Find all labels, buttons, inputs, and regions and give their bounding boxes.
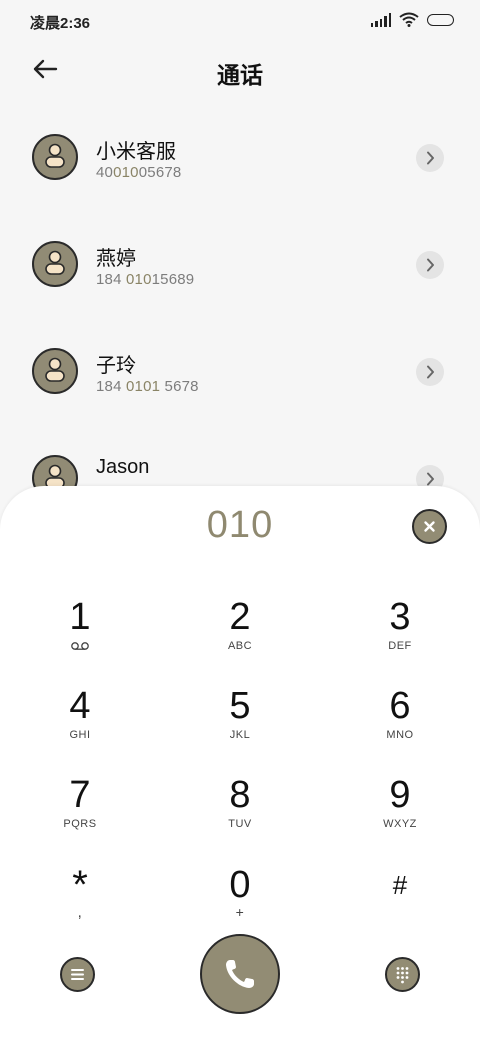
- signal-icon: [370, 12, 391, 27]
- header: 通话: [0, 48, 480, 92]
- key-star[interactable]: * ,: [20, 863, 140, 946]
- key-1[interactable]: 1: [20, 598, 140, 678]
- key-4[interactable]: 4 GHI: [20, 687, 140, 767]
- key-digit: 7: [69, 774, 91, 816]
- key-letters: JKL: [229, 729, 251, 741]
- clear-button[interactable]: [412, 509, 447, 544]
- contact-row[interactable]: 燕婷 184 01015689: [0, 211, 480, 318]
- contact-name: 子玲: [96, 355, 136, 377]
- key-digit: *: [72, 863, 88, 907]
- key-letters: +: [235, 904, 245, 920]
- chevron-right-icon: [427, 151, 434, 165]
- battery-icon: [427, 13, 454, 26]
- contact-number: 4001005678: [96, 164, 182, 181]
- contact-number: 184 0101 5678: [96, 378, 199, 395]
- key-3[interactable]: 3 DEF: [340, 598, 460, 678]
- contact-name: 小米客服: [96, 141, 176, 163]
- call-button[interactable]: [200, 934, 280, 1014]
- key-digit: #: [392, 870, 408, 900]
- key-digit: 1: [69, 596, 91, 638]
- key-5[interactable]: 5 JKL: [180, 687, 300, 767]
- key-letters: MNO: [386, 729, 414, 741]
- contact-name: 燕婷: [96, 248, 136, 270]
- person-icon: [45, 357, 65, 382]
- key-letters: WXYZ: [383, 818, 417, 830]
- keypad-icon: [396, 967, 409, 984]
- contact-list: 小米客服 4001005678 燕婷 184 01015689 子玲 184 0…: [0, 104, 480, 532]
- key-6[interactable]: 6 MNO: [340, 687, 460, 767]
- menu-icon: [71, 969, 84, 980]
- status-time: 凌晨2:36: [30, 15, 91, 32]
- contact-detail-button[interactable]: [416, 358, 444, 386]
- phone-icon: [226, 960, 254, 988]
- key-letters: ,: [77, 904, 83, 921]
- key-7[interactable]: 7 PQRS: [20, 776, 140, 856]
- contact-row[interactable]: 子玲 184 0101 5678: [0, 318, 480, 425]
- key-hash[interactable]: #: [340, 866, 460, 946]
- keypad-toggle-button[interactable]: [385, 957, 420, 992]
- wifi-icon: [399, 12, 419, 27]
- key-digit: 2: [229, 596, 251, 638]
- contact-detail-button[interactable]: [416, 144, 444, 172]
- dialed-number-display: 010: [206, 504, 274, 546]
- key-8[interactable]: 8 TUV: [180, 776, 300, 856]
- key-digit: 9: [389, 774, 411, 816]
- contact-row[interactable]: 小米客服 4001005678: [0, 104, 480, 211]
- contact-number: 184 01015689: [96, 271, 195, 288]
- key-9[interactable]: 9 WXYZ: [340, 776, 460, 856]
- key-letters: ABC: [227, 640, 253, 652]
- menu-button[interactable]: [60, 957, 95, 992]
- key-digit: 3: [389, 596, 411, 638]
- avatar: [32, 134, 78, 180]
- key-digit: 5: [229, 685, 251, 727]
- person-icon: [45, 143, 65, 168]
- key-digit: 6: [389, 685, 411, 727]
- person-icon: [45, 250, 65, 275]
- key-digit: 8: [229, 774, 251, 816]
- key-digit: 4: [69, 685, 91, 727]
- voicemail-icon: [71, 642, 89, 650]
- chevron-right-icon: [427, 365, 434, 379]
- dialpad-panel: 010 1 2 ABC 3 DEF 4 GHI 5 JKL 6 MNO 7 PQ…: [0, 486, 480, 1040]
- avatar: [32, 348, 78, 394]
- key-letters: PQRS: [63, 818, 97, 830]
- contact-name: Jason: [96, 456, 150, 478]
- chevron-right-icon: [427, 258, 434, 272]
- avatar: [32, 241, 78, 287]
- close-icon: [424, 521, 435, 532]
- status-bar: 凌晨2:36: [0, 0, 480, 42]
- key-2[interactable]: 2 ABC: [180, 598, 300, 678]
- key-digit: 0: [229, 864, 251, 906]
- status-icons: [370, 12, 454, 27]
- key-letters: GHI: [69, 729, 91, 741]
- contact-detail-button[interactable]: [416, 251, 444, 279]
- key-letters: DEF: [388, 640, 412, 652]
- key-letters: TUV: [228, 818, 252, 830]
- page-title: 通话: [217, 62, 263, 88]
